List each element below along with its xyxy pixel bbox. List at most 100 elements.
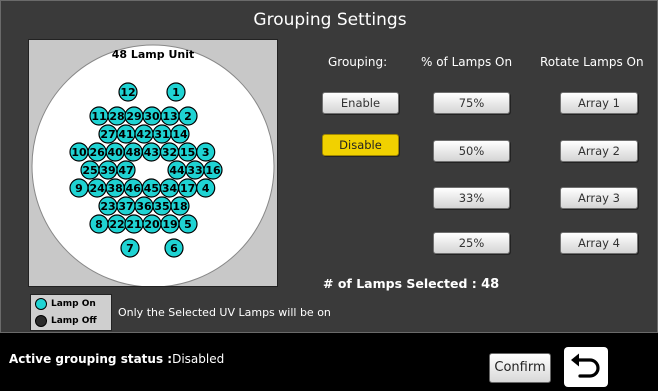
status-label: Active grouping status : [9, 352, 173, 366]
lamp-36[interactable]: 36 [134, 196, 154, 216]
lamp-32[interactable]: 32 [159, 142, 180, 162]
lamp-16-label: 16 [205, 164, 221, 177]
lamp-4[interactable]: 4 [196, 178, 216, 198]
lamp-28[interactable]: 28 [107, 106, 127, 126]
lamp-21[interactable]: 21 [124, 214, 144, 234]
grouping-header: Grouping: [328, 55, 388, 69]
lamp-30-label: 30 [144, 110, 160, 123]
lamp-24[interactable]: 24 [87, 178, 107, 198]
lamp-39[interactable]: 39 [98, 160, 118, 180]
lamp-22-label: 22 [109, 218, 124, 231]
disable-button[interactable]: Disable [322, 134, 399, 156]
lamp-11-label: 11 [91, 110, 106, 123]
lamp-45[interactable]: 45 [141, 178, 162, 198]
lamp-3-label: 3 [202, 146, 210, 159]
lamp-34-label: 34 [162, 182, 178, 195]
lamp-25-label: 25 [82, 164, 97, 177]
lamp-6[interactable]: 6 [164, 238, 184, 258]
lamp-45-label: 45 [144, 182, 159, 195]
status-value: Disabled [172, 352, 225, 366]
lamp-48[interactable]: 48 [123, 142, 143, 162]
lamp-38[interactable]: 38 [105, 178, 125, 198]
lamp-16[interactable]: 16 [203, 160, 223, 180]
lamp-8-label: 8 [95, 218, 103, 231]
lamp-26[interactable]: 26 [87, 142, 107, 162]
lamp-18[interactable]: 18 [170, 196, 190, 216]
confirm-button[interactable]: Confirm [489, 353, 551, 383]
lamp-37[interactable]: 37 [116, 196, 136, 216]
lamp-27[interactable]: 27 [98, 124, 118, 144]
lamp-35-label: 35 [154, 200, 169, 213]
lamp-40[interactable]: 40 [105, 142, 125, 162]
lamps-selected-count: # of Lamps Selected : 48 [323, 276, 499, 292]
lamp-12[interactable]: 12 [118, 82, 138, 102]
lamp-35[interactable]: 35 [152, 196, 172, 216]
lamps-selected-label: # of Lamps Selected : [323, 276, 477, 291]
lamp-17-label: 17 [180, 182, 195, 195]
undo-arrow-icon [571, 353, 600, 378]
lamp-44-label: 44 [169, 164, 185, 177]
lamp-17[interactable]: 17 [178, 178, 198, 198]
lamp-40-label: 40 [108, 146, 124, 159]
screen: Grouping Settings 12 1 11 28 29 30 13 2 27 41 42 31… [0, 0, 658, 391]
lamp-39-label: 39 [100, 164, 115, 177]
lamp-30[interactable]: 30 [142, 106, 162, 126]
percent-25-button[interactable]: 25% [433, 232, 510, 254]
lamp-23[interactable]: 23 [98, 196, 118, 216]
lamp-32-label: 32 [162, 146, 177, 159]
array-3-button[interactable]: Array 3 [560, 187, 638, 209]
lamp-25[interactable]: 25 [80, 160, 100, 180]
lamp-23-label: 23 [100, 200, 115, 213]
lamp-10[interactable]: 10 [69, 142, 89, 162]
lamp-7[interactable]: 7 [120, 238, 140, 258]
percent-33-button[interactable]: 33% [433, 187, 510, 209]
lamp-11[interactable]: 11 [89, 106, 109, 126]
lamp-13[interactable]: 13 [160, 106, 180, 126]
array-4-button[interactable]: Array 4 [560, 232, 638, 254]
lamp-41[interactable]: 41 [116, 124, 136, 144]
page-title: Grouping Settings [253, 10, 407, 30]
lamp-33[interactable]: 33 [185, 160, 205, 180]
lamp-3[interactable]: 3 [196, 142, 216, 162]
percent-50-button[interactable]: 50% [433, 140, 510, 162]
lamp-46[interactable]: 46 [123, 178, 143, 198]
lamp-14[interactable]: 14 [170, 124, 190, 144]
lamp-27-label: 27 [100, 128, 115, 141]
lamp-22[interactable]: 22 [107, 214, 127, 234]
lamp-29[interactable]: 29 [124, 106, 144, 126]
lamp-43[interactable]: 43 [141, 142, 162, 162]
lamp-44[interactable]: 44 [167, 160, 187, 180]
lamp-19[interactable]: 19 [160, 214, 180, 234]
lamp-34[interactable]: 34 [159, 178, 180, 198]
lamp-47[interactable]: 47 [116, 160, 136, 180]
percent-75-button[interactable]: 75% [433, 92, 510, 114]
lamp-2[interactable]: 2 [178, 106, 198, 126]
lamp-24-label: 24 [89, 182, 105, 195]
lamp-14-label: 14 [172, 128, 188, 141]
lamp-15[interactable]: 15 [178, 142, 198, 162]
lamp-41-label: 41 [118, 128, 133, 141]
lamp-12-label: 12 [120, 86, 135, 99]
lamp-20[interactable]: 20 [142, 214, 162, 234]
lamp-8[interactable]: 8 [89, 214, 109, 234]
lamp-42-label: 42 [136, 128, 151, 141]
lamp-21-label: 21 [126, 218, 141, 231]
back-button[interactable] [564, 347, 608, 387]
lamp-29-label: 29 [126, 110, 141, 123]
lamp-unit-panel: 12 1 11 28 29 30 13 2 27 41 42 31 14 10 26 40 48 43 32 15 3 2… [28, 39, 278, 287]
lamp-42[interactable]: 42 [134, 124, 154, 144]
lamp-31[interactable]: 31 [152, 124, 172, 144]
lamp-5[interactable]: 5 [178, 214, 198, 234]
lamp-9[interactable]: 9 [69, 178, 89, 198]
lamp-7-label: 7 [126, 242, 134, 255]
lamp-15-label: 15 [180, 146, 195, 159]
lamp-2-label: 2 [184, 110, 192, 123]
lamp-38-label: 38 [108, 182, 123, 195]
lamp-1[interactable]: 1 [166, 82, 186, 102]
legend-off-label: Lamp Off [51, 316, 97, 326]
lamp-off-icon [35, 315, 47, 327]
enable-button[interactable]: Enable [322, 92, 399, 114]
lamp-diagram: 12 111 28 29 30 13 227 41 42 31 1410 26 40 48 43 32 15 32… [31, 44, 275, 286]
array-1-button[interactable]: Array 1 [560, 92, 638, 114]
array-2-button[interactable]: Array 2 [560, 140, 638, 162]
